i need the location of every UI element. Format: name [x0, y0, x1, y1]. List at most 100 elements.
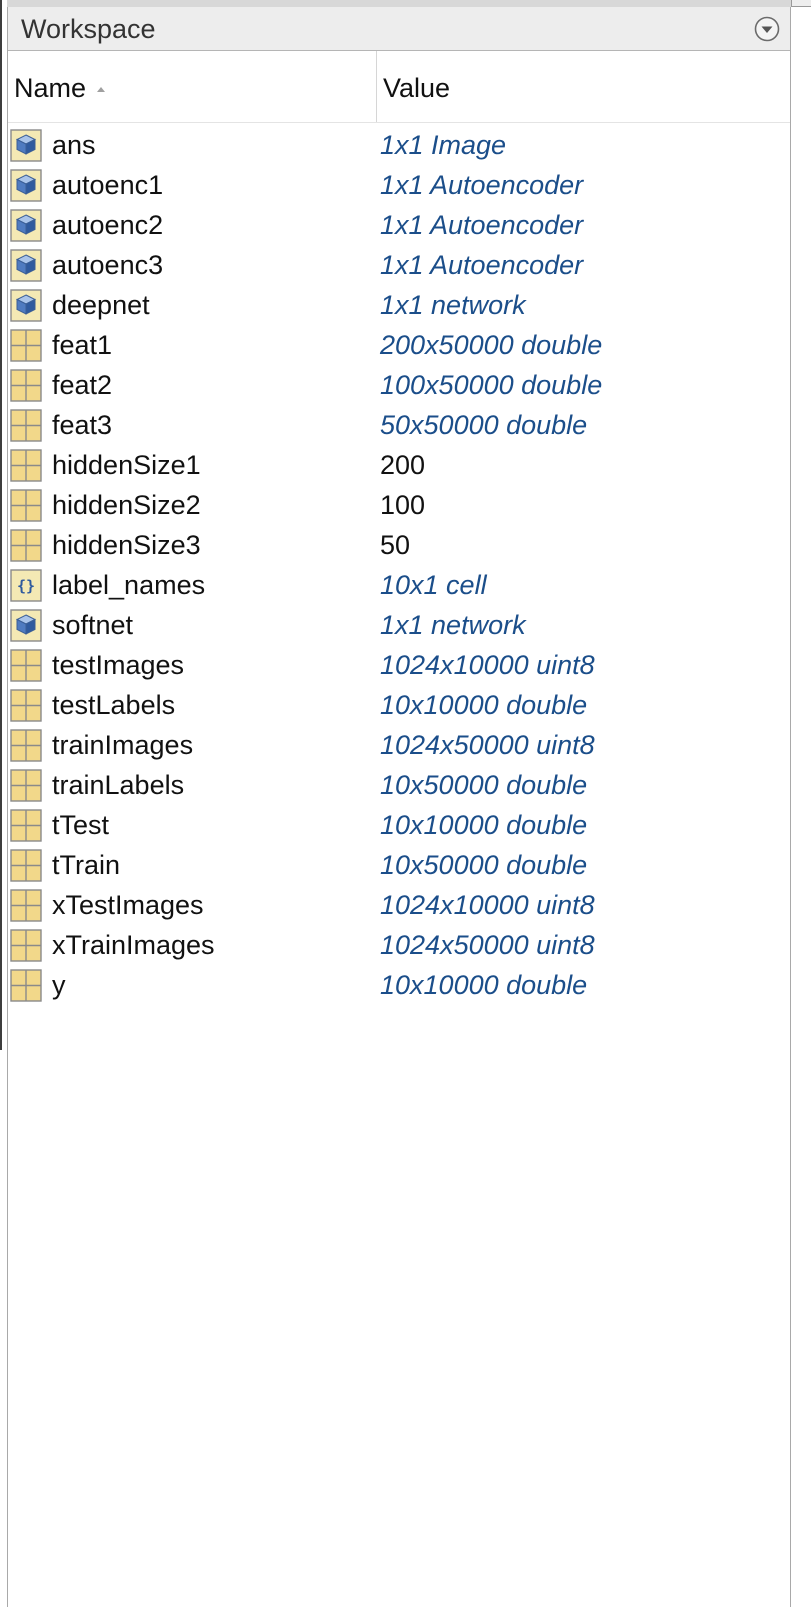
workspace-row-xTrainImages[interactable]: xTrainImages 1024x50000 uint8 — [8, 926, 790, 966]
variable-value[interactable]: 10x50000 double — [380, 770, 587, 801]
matrix-icon — [10, 329, 42, 362]
workspace-row-y[interactable]: y 10x10000 double — [8, 966, 790, 1006]
variable-name[interactable]: trainImages — [52, 730, 193, 761]
object-icon — [10, 289, 42, 322]
variable-name[interactable]: y — [52, 970, 66, 1001]
sort-ascending-icon — [97, 87, 105, 92]
svg-text:{}: {} — [17, 577, 35, 595]
matrix-icon — [10, 369, 42, 402]
matrix-icon — [10, 449, 42, 482]
variable-value[interactable]: 10x50000 double — [380, 850, 587, 881]
variable-value[interactable]: 200x50000 double — [380, 330, 602, 361]
column-header-name[interactable]: Name — [14, 73, 86, 104]
column-header-value[interactable]: Value — [383, 73, 450, 104]
variable-value[interactable]: 10x10000 double — [380, 810, 587, 841]
workspace-row-trainLabels[interactable]: trainLabels 10x50000 double — [8, 766, 790, 806]
workspace-row-label_names[interactable]: {} label_names 10x1 cell — [8, 566, 790, 606]
variable-name[interactable]: testImages — [52, 650, 184, 681]
left-window-edge — [0, 0, 7, 1607]
workspace-row-ans[interactable]: ans 1x1 Image — [8, 126, 790, 166]
workspace-panel: Workspace Name Value ans 1x1 Image autoenc… — [7, 7, 791, 1607]
variable-name[interactable]: label_names — [52, 570, 205, 601]
workspace-row-testLabels[interactable]: testLabels 10x10000 double — [8, 686, 790, 726]
variable-value[interactable]: 50 — [380, 530, 410, 561]
object-icon — [10, 249, 42, 282]
matrix-icon — [10, 689, 42, 722]
variable-name[interactable]: autoenc3 — [52, 250, 163, 281]
variable-value[interactable]: 1x1 Autoencoder — [380, 170, 583, 201]
variable-list: ans 1x1 Image autoenc1 1x1 Autoencoder autoe… — [8, 126, 790, 1006]
object-icon — [10, 129, 42, 162]
object-icon — [10, 609, 42, 642]
workspace-row-tTrain[interactable]: tTrain 10x50000 double — [8, 846, 790, 886]
variable-value[interactable]: 1024x10000 uint8 — [380, 890, 595, 921]
variable-value[interactable]: 1024x10000 uint8 — [380, 650, 595, 681]
matrix-icon — [10, 849, 42, 882]
matrix-icon — [10, 929, 42, 962]
matrix-icon — [10, 489, 42, 522]
variable-value[interactable]: 100 — [380, 490, 425, 521]
matrix-icon — [10, 769, 42, 802]
variable-value[interactable]: 200 — [380, 450, 425, 481]
variable-value[interactable]: 1x1 network — [380, 290, 526, 321]
workspace-row-feat3[interactable]: feat3 50x50000 double — [8, 406, 790, 446]
variable-value[interactable]: 1x1 Image — [380, 130, 506, 161]
variable-value[interactable]: 10x10000 double — [380, 690, 587, 721]
chevron-down-circle-icon[interactable] — [754, 16, 780, 42]
variable-value[interactable]: 1x1 network — [380, 610, 526, 641]
matrix-icon — [10, 809, 42, 842]
variable-name[interactable]: hiddenSize2 — [52, 490, 201, 521]
variable-value[interactable]: 1x1 Autoencoder — [380, 210, 583, 241]
workspace-row-autoenc1[interactable]: autoenc1 1x1 Autoencoder — [8, 166, 790, 206]
workspace-row-autoenc3[interactable]: autoenc3 1x1 Autoencoder — [8, 246, 790, 286]
variable-name[interactable]: xTrainImages — [52, 930, 215, 961]
variable-name[interactable]: xTestImages — [52, 890, 204, 921]
workspace-row-xTestImages[interactable]: xTestImages 1024x10000 uint8 — [8, 886, 790, 926]
left-splitter[interactable] — [0, 0, 2, 1050]
workspace-row-trainImages[interactable]: trainImages 1024x50000 uint8 — [8, 726, 790, 766]
variable-name[interactable]: testLabels — [52, 690, 175, 721]
column-header-row: Name Value — [8, 51, 790, 123]
variable-name[interactable]: hiddenSize3 — [52, 530, 201, 561]
cell-icon: {} — [10, 569, 42, 602]
workspace-row-autoenc2[interactable]: autoenc2 1x1 Autoencoder — [8, 206, 790, 246]
variable-name[interactable]: feat1 — [52, 330, 112, 361]
workspace-row-hiddenSize1[interactable]: hiddenSize1 200 — [8, 446, 790, 486]
matrix-icon — [10, 889, 42, 922]
variable-name[interactable]: ans — [52, 130, 96, 161]
variable-value[interactable]: 10x1 cell — [380, 570, 487, 601]
variable-name[interactable]: trainLabels — [52, 770, 184, 801]
variable-value[interactable]: 10x10000 double — [380, 970, 587, 1001]
variable-value[interactable]: 1024x50000 uint8 — [380, 930, 595, 961]
column-divider[interactable] — [376, 51, 377, 122]
variable-value[interactable]: 100x50000 double — [380, 370, 602, 401]
variable-value[interactable]: 1x1 Autoencoder — [380, 250, 583, 281]
variable-name[interactable]: autoenc1 — [52, 170, 163, 201]
workspace-row-feat2[interactable]: feat2 100x50000 double — [8, 366, 790, 406]
variable-name[interactable]: tTrain — [52, 850, 120, 881]
variable-name[interactable]: tTest — [52, 810, 109, 841]
variable-name[interactable]: autoenc2 — [52, 210, 163, 241]
workspace-row-hiddenSize3[interactable]: hiddenSize3 50 — [8, 526, 790, 566]
variable-value[interactable]: 1024x50000 uint8 — [380, 730, 595, 761]
variable-name[interactable]: deepnet — [52, 290, 150, 321]
matrix-icon — [10, 409, 42, 442]
variable-name[interactable]: hiddenSize1 — [52, 450, 201, 481]
workspace-row-softnet[interactable]: softnet 1x1 network — [8, 606, 790, 646]
workspace-row-tTest[interactable]: tTest 10x10000 double — [8, 806, 790, 846]
matrix-icon — [10, 969, 42, 1002]
window-corner-button[interactable] — [791, 0, 811, 7]
variable-name[interactable]: softnet — [52, 610, 133, 641]
object-icon — [10, 209, 42, 242]
variable-name[interactable]: feat3 — [52, 410, 112, 441]
matrix-icon — [10, 649, 42, 682]
workspace-row-testImages[interactable]: testImages 1024x10000 uint8 — [8, 646, 790, 686]
matrix-icon — [10, 729, 42, 762]
variable-value[interactable]: 50x50000 double — [380, 410, 587, 441]
workspace-row-hiddenSize2[interactable]: hiddenSize2 100 — [8, 486, 790, 526]
workspace-row-feat1[interactable]: feat1 200x50000 double — [8, 326, 790, 366]
workspace-row-deepnet[interactable]: deepnet 1x1 network — [8, 286, 790, 326]
matrix-icon — [10, 529, 42, 562]
panel-title: Workspace — [21, 14, 156, 44]
variable-name[interactable]: feat2 — [52, 370, 112, 401]
